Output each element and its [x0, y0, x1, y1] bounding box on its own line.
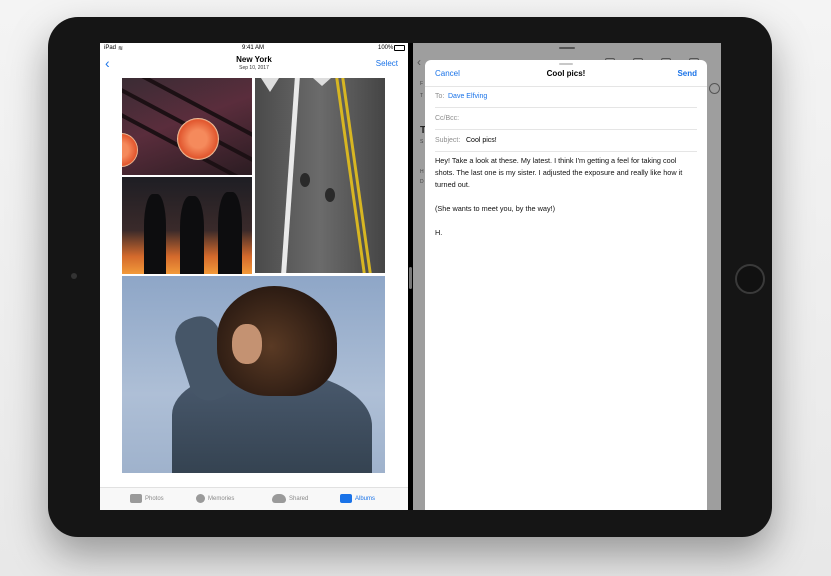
battery-icon: [394, 45, 405, 51]
wifi-icon: ≋: [118, 46, 124, 52]
cc-bcc-label: Cc/Bcc:: [435, 115, 460, 122]
photos-navigation-bar: ‹ New York Sep 10, 2017 Select: [100, 53, 408, 77]
road-arrow: [313, 78, 331, 86]
body-signature: H.: [435, 228, 443, 237]
pane-grabber[interactable]: [559, 47, 575, 49]
mail-app-pane: ‹ F T T S H D Cancel Cool pics! Send To:…: [413, 43, 721, 510]
subject-label: Subject:: [435, 137, 461, 144]
background-letter: T: [420, 93, 424, 99]
silhouette: [180, 196, 204, 274]
photo-grapefruit[interactable]: [122, 78, 252, 175]
grapefruit-half: [177, 118, 219, 160]
albums-icon: [340, 494, 352, 503]
shared-cloud-icon: [272, 494, 286, 503]
album-date: Sep 10, 2017: [239, 65, 269, 71]
walker-figure: [300, 173, 310, 187]
photos-icon: [130, 494, 142, 503]
tab-label: Photos: [145, 495, 164, 502]
avatar: [709, 83, 720, 94]
front-camera: [71, 273, 77, 279]
battery-level: 100%: [378, 45, 394, 51]
silhouette: [144, 194, 166, 274]
walker-figure: [325, 188, 335, 202]
compose-sheet: Cancel Cool pics! Send To: Dave Elfving …: [425, 60, 707, 510]
face: [232, 324, 262, 364]
photos-app-pane: iPad ≋ 9:41 AM 100% ‹ New York Sep 10, 2…: [100, 43, 408, 510]
silhouette: [218, 192, 242, 274]
background-letter: S: [420, 139, 424, 145]
select-button[interactable]: Select: [376, 59, 398, 68]
tab-albums[interactable]: Albums: [340, 494, 375, 503]
split-view-handle[interactable]: [409, 267, 412, 289]
memories-icon: [196, 494, 205, 503]
body-paragraph: (She wants to meet you, by the way!): [435, 204, 556, 213]
to-recipient[interactable]: Dave Elfving: [448, 93, 487, 100]
road-yellow-line: [335, 78, 366, 273]
cc-bcc-field[interactable]: Cc/Bcc:: [435, 108, 697, 130]
tab-photos[interactable]: Photos: [130, 494, 164, 503]
to-field[interactable]: To: Dave Elfving: [435, 86, 697, 108]
background-letter: D: [420, 179, 424, 185]
subject-field[interactable]: Subject: Cool pics!: [435, 130, 697, 152]
photo-woman-portrait[interactable]: [122, 276, 385, 473]
to-label: To:: [435, 93, 445, 100]
status-bar: iPad ≋ 9:41 AM 100%: [100, 43, 408, 53]
road-white-line: [281, 78, 300, 273]
road-yellow-line: [341, 78, 372, 273]
background-letter: F: [420, 81, 424, 87]
background-letter: H: [420, 169, 424, 175]
tab-label: Albums: [355, 495, 376, 502]
tab-memories[interactable]: Memories: [196, 494, 234, 503]
send-button[interactable]: Send: [677, 69, 697, 78]
compose-header: Cancel Cool pics! Send: [425, 60, 707, 87]
road-arrow: [261, 78, 279, 92]
home-button[interactable]: [735, 264, 765, 294]
subject-value[interactable]: Cool pics!: [466, 137, 497, 144]
photo-sunset-silhouettes[interactable]: [122, 177, 252, 274]
tab-shared[interactable]: Shared: [272, 494, 308, 503]
body-paragraph: Hey! Take a look at these. My latest. I …: [435, 156, 683, 189]
back-chevron-icon: ‹: [417, 55, 421, 69]
tab-label: Shared: [289, 495, 309, 502]
album-title: New York: [236, 55, 272, 64]
tab-label: Memories: [208, 495, 235, 502]
status-time: 9:41 AM: [242, 45, 265, 51]
message-body[interactable]: Hey! Take a look at these. My latest. I …: [435, 155, 697, 251]
photo-road-walkers[interactable]: [255, 78, 385, 273]
photos-tab-bar: Photos Memories Shared Albums: [100, 487, 408, 510]
device-label: iPad: [104, 45, 117, 51]
screen: iPad ≋ 9:41 AM 100% ‹ New York Sep 10, 2…: [100, 43, 721, 510]
compose-title: Cool pics!: [546, 69, 586, 78]
grapefruit-slice: [122, 133, 138, 167]
